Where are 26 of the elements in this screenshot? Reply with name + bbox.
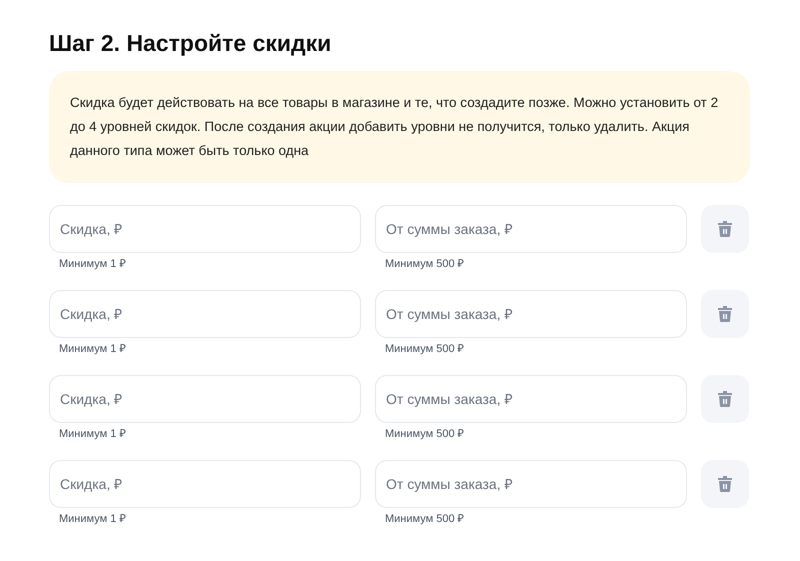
discount-field[interactable]: Скидка, ₽ (49, 460, 361, 508)
order-sum-field[interactable]: От суммы заказа, ₽ (375, 205, 687, 253)
trash-icon (718, 391, 732, 407)
trash-icon (718, 306, 732, 322)
delete-button[interactable] (701, 205, 749, 253)
order-sum-hint: Минимум 500 ₽ (385, 342, 464, 356)
order-sum-hint: Минимум 500 ₽ (385, 427, 464, 441)
page-heading: Шаг 2. Настройте скидки (49, 29, 332, 58)
trash-icon (718, 476, 732, 492)
discount-field[interactable]: Скидка, ₽ (49, 205, 361, 253)
delete-button[interactable] (701, 460, 749, 508)
order-sum-hint: Минимум 500 ₽ (385, 512, 464, 526)
discount-field[interactable]: Скидка, ₽ (49, 375, 361, 423)
delete-button[interactable] (701, 375, 749, 423)
discount-hint: Минимум 1 ₽ (59, 257, 126, 271)
discount-hint: Минимум 1 ₽ (59, 512, 126, 526)
trash-icon (718, 221, 732, 237)
order-sum-field[interactable]: От суммы заказа, ₽ (375, 290, 687, 338)
order-sum-hint: Минимум 500 ₽ (385, 257, 464, 271)
order-sum-field[interactable]: От суммы заказа, ₽ (375, 460, 687, 508)
delete-button[interactable] (701, 290, 749, 338)
order-sum-field[interactable]: От суммы заказа, ₽ (375, 375, 687, 423)
discount-hint: Минимум 1 ₽ (59, 342, 126, 356)
discount-hint: Минимум 1 ₽ (59, 427, 126, 441)
notice-text: Скидка будет действовать на все товары в магазине и те, что создадите позже. Можно установить от 2 до 4 уровней скидок. После создания акции добавить уровни не получится, только удалить. Акция данного типа может быть только одна (70, 94, 720, 160)
discount-field[interactable]: Скидка, ₽ (49, 290, 361, 338)
